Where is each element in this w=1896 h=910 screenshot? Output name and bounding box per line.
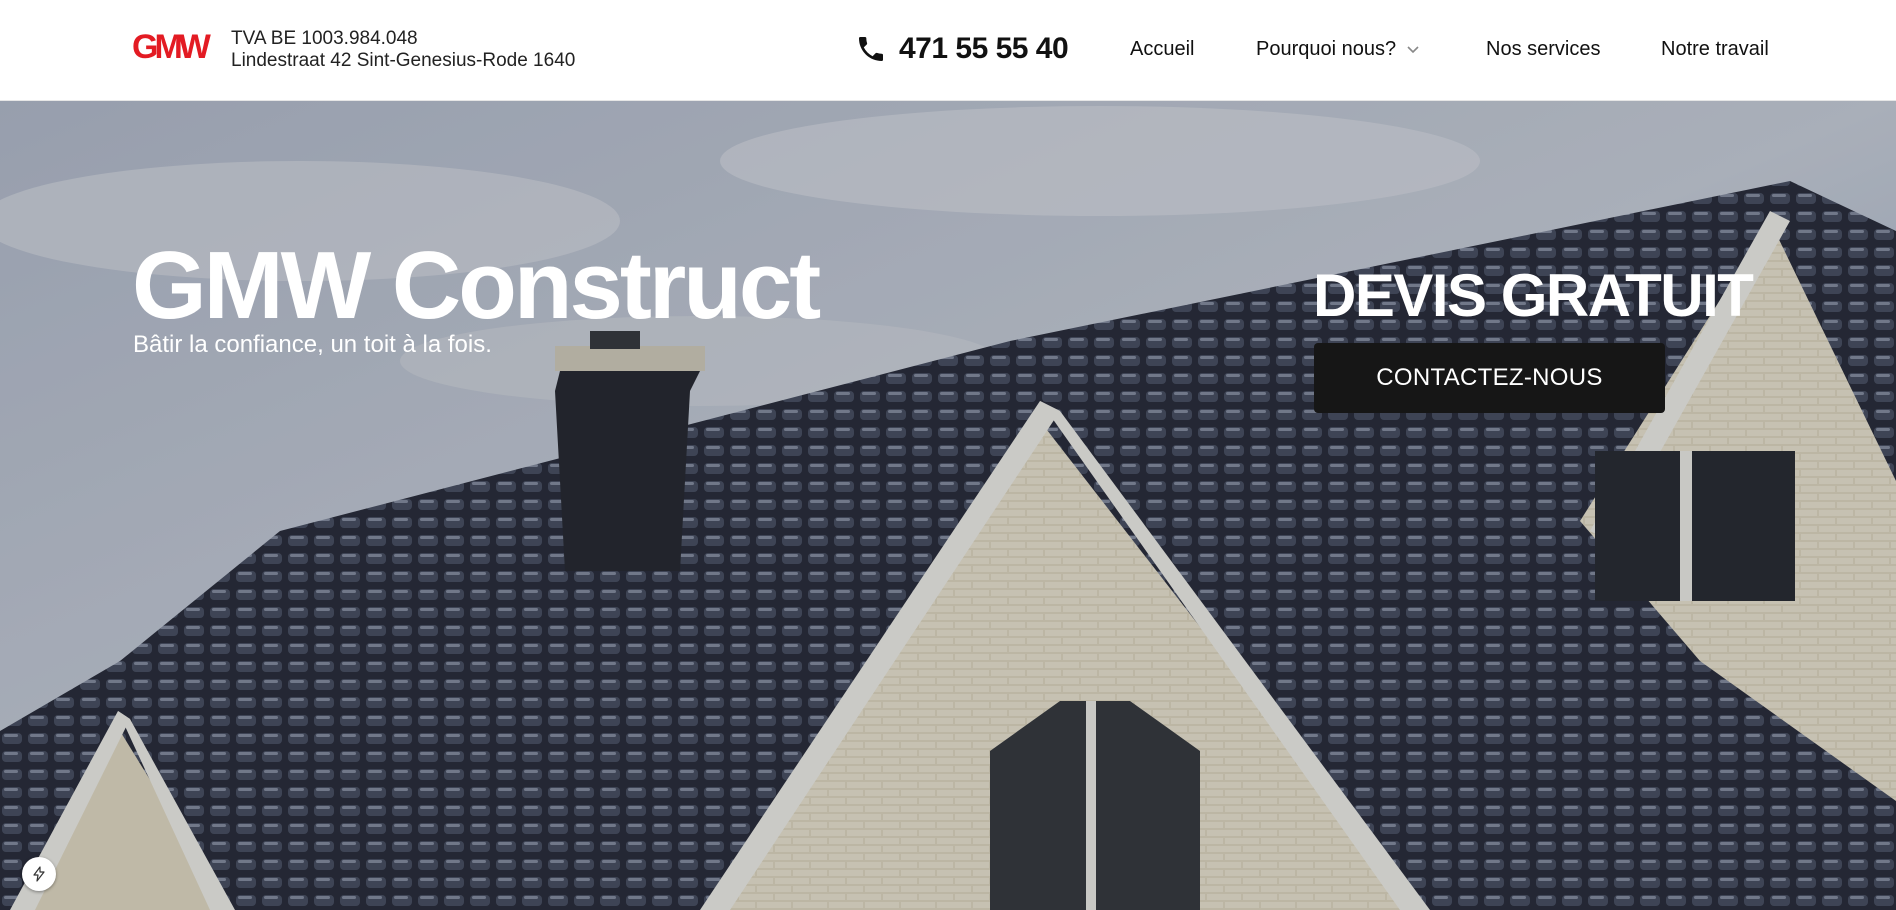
- nav-pourquoi-nous[interactable]: Pourquoi nous?: [1256, 38, 1420, 61]
- phone-number: 471 55 55 40: [899, 32, 1069, 65]
- contact-button[interactable]: CONTACTEZ-NOUS: [1314, 343, 1665, 413]
- phone-link[interactable]: 471 55 55 40: [855, 32, 1069, 66]
- nav-accueil[interactable]: Accueil: [1130, 38, 1194, 61]
- nav-nos-services[interactable]: Nos services: [1486, 38, 1600, 61]
- gmw-logo[interactable]: GMW: [132, 28, 212, 64]
- devis-gratuit-heading: DEVIS GRATUIT: [1313, 262, 1754, 329]
- hero-title: GMW Construct: [132, 232, 821, 339]
- vat-number: TVA BE 1003.984.048: [231, 28, 418, 49]
- hero-overlay: [0, 101, 1896, 910]
- chevron-down-icon: [1407, 45, 1419, 53]
- nav-notre-travail[interactable]: Notre travail: [1661, 38, 1769, 61]
- company-info: TVA BE 1003.984.048 Lindestraat 42 Sint-…: [231, 28, 575, 72]
- address: Lindestraat 42 Sint-Genesius-Rode 1640: [231, 50, 576, 71]
- site-header: GMW TVA BE 1003.984.048 Lindestraat 42 S…: [0, 0, 1896, 101]
- nav-pourquoi-label: Pourquoi nous?: [1256, 38, 1397, 60]
- lightning-badge[interactable]: [22, 857, 56, 891]
- svg-text:GMW: GMW: [132, 28, 212, 64]
- lightning-icon: [33, 866, 45, 882]
- phone-icon: [859, 37, 883, 61]
- hero-section: GMW Construct Bâtir la confiance, un toi…: [0, 101, 1896, 910]
- hero-tagline: Bâtir la confiance, un toit à la fois.: [133, 331, 492, 358]
